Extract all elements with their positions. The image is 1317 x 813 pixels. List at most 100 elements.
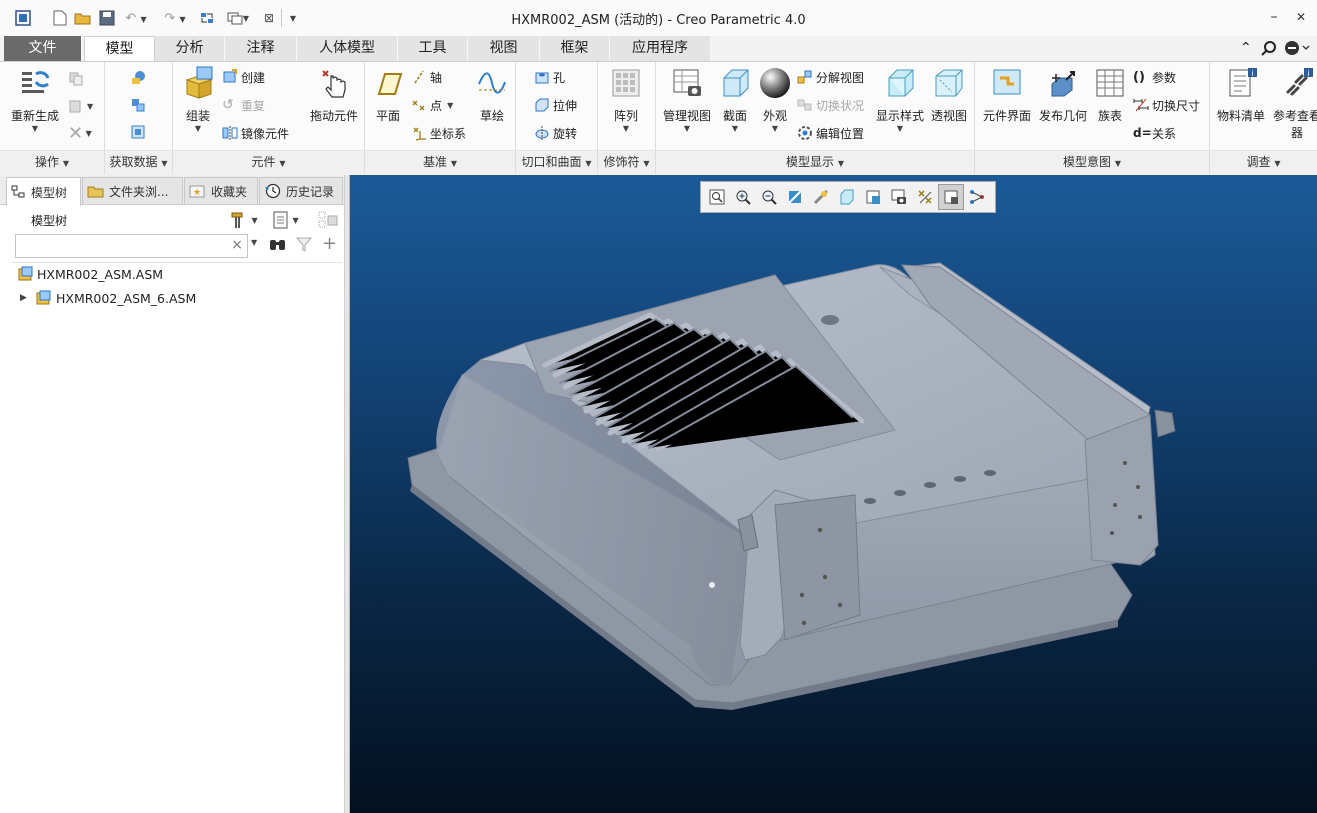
display-style-button[interactable] [834,184,860,210]
tab-manikin[interactable]: 人体模型 [297,36,398,61]
show-button[interactable]: ▼ [272,210,299,230]
group-label-cut-surface[interactable]: 切口和曲面 ▼ [516,150,597,174]
tab-applications[interactable]: 应用程序 [610,36,711,61]
plane-label: 平面 [375,109,400,123]
view-manager-button[interactable] [886,184,912,210]
appearance-button[interactable]: 外观 ▼ [756,66,794,133]
search-options-dropdown[interactable]: ▼ [251,238,257,247]
sketch-button[interactable]: 草绘 [473,66,511,124]
group-label-investigate[interactable]: 调查 ▼ [1210,150,1317,174]
minimize-button[interactable]: – [1261,6,1287,28]
copy-geometry-button[interactable] [130,94,149,116]
svg-text:★: ★ [193,188,201,198]
publish-geometry-button[interactable]: 发布几何 [1035,66,1091,124]
toggle-status-button[interactable]: 切换状况 [797,94,864,116]
group-model-display: 管理视图 ▼ 截面 ▼ 外观 ▼ 分解视图 切换状况 编辑位置 显示样式 ▼ 透… [656,62,975,174]
mirror-component-button[interactable]: 镜像元件 [222,122,289,144]
paste-button[interactable]: ▼ [68,95,93,117]
saved-orientations-button[interactable] [860,184,886,210]
group-label-get-data[interactable]: 获取数据 ▼ [105,150,172,174]
create-component-button[interactable]: 创建 [222,66,265,88]
repeat-button[interactable]: ↺ 重复 [222,94,265,116]
annotation-display-button[interactable] [938,184,964,210]
display-style-label: 显示样式 [875,109,924,123]
copy-geometry-icon [132,99,145,112]
model-tree-search-input[interactable] [16,235,226,257]
sketch-icon [478,72,506,94]
tree-item-subassembly[interactable]: ▶ HXMR002_ASM_6.ASM [20,287,196,309]
settings-button[interactable]: ▼ [229,210,258,230]
tab-folder-browser[interactable]: 文件夹浏... [82,177,183,204]
search-icon[interactable] [1261,40,1277,60]
delete-button[interactable]: ✕ ▼ [68,122,92,144]
shrinkwrap-button[interactable] [130,121,149,143]
tab-model[interactable]: 模型 [84,36,155,62]
axis-button[interactable]: 轴 [411,66,442,88]
manage-views-button[interactable]: 管理视图 ▼ [659,66,715,133]
explode-view-button[interactable]: 分解视图 [797,66,864,88]
regenerate-button[interactable]: 重新生成 ▼ [6,66,64,133]
tab-model-tree[interactable]: 模型树 [6,177,81,206]
section-button[interactable]: 截面 ▼ [716,66,754,133]
tree-filter-columns-icon[interactable] [317,210,339,233]
group-label-model-display[interactable]: 模型显示 ▼ [656,150,974,174]
edit-position-button[interactable]: 编辑位置 [797,122,864,144]
assembly-3d-model[interactable] [350,175,1317,813]
perspective-button[interactable]: 透视图 [928,66,970,124]
expand-arrow-icon[interactable]: ▶ [20,293,36,303]
help-icon[interactable] [1284,40,1310,60]
group-label-operations[interactable]: 操作 ▼ [0,150,104,174]
spin-center-button[interactable] [808,184,834,210]
switch-dimensions-icon [1133,98,1149,112]
tab-file[interactable]: 文件 [4,36,82,61]
family-table-button[interactable]: 族表 [1091,66,1129,124]
perspective-label: 透视图 [930,109,967,123]
clear-search-icon[interactable]: × [231,237,243,253]
assemble-button[interactable]: 组装 ▼ [177,66,219,133]
hole-icon [535,72,549,84]
point-button[interactable]: 点 ▼ [411,94,453,116]
tab-annotate[interactable]: 注释 [225,36,297,61]
datum-display-button[interactable] [912,184,938,210]
switch-dimensions-button[interactable]: 切换尺寸 [1133,94,1200,116]
collapse-ribbon-icon[interactable]: ⌃ [1240,40,1252,56]
coordinate-system-button[interactable]: 坐标系 [411,122,466,144]
tree-item-root[interactable]: HXMR002_ASM.ASM [18,263,163,285]
group-label-components[interactable]: 元件 ▼ [173,150,364,174]
parameters-button[interactable]: () 参数 [1133,66,1176,88]
plane-button[interactable]: 平面 [369,66,407,124]
graphics-window[interactable] [350,175,1317,813]
revolve-button[interactable]: 旋转 [534,122,577,144]
filter-icon[interactable] [295,235,313,256]
tab-favorites[interactable]: ★ 收藏夹 [184,177,258,204]
hole-button[interactable]: 孔 [534,66,565,88]
drag-components-button[interactable]: 拖动元件 [305,66,363,124]
add-icon[interactable]: + [322,235,337,253]
find-binoculars-icon[interactable] [268,235,288,256]
copy-button[interactable] [68,68,87,90]
display-style-button[interactable]: 显示样式 ▼ [872,66,928,133]
user-defined-feature-button[interactable] [130,67,149,89]
group-label-model-intent[interactable]: 模型意图 ▼ [975,150,1209,174]
refit-button[interactable] [704,184,730,210]
close-button[interactable]: ✕ [1288,6,1314,28]
group-label-modifiers[interactable]: 修饰符 ▼ [598,150,655,174]
relations-button[interactable]: d= 关系 [1133,122,1176,144]
extrude-button[interactable]: 拉伸 [534,94,577,116]
tab-framework[interactable]: 框架 [540,36,610,61]
pattern-button[interactable]: 阵列 ▼ [605,66,647,133]
pattern-label: 阵列 [613,109,638,123]
tab-analysis[interactable]: 分析 [155,36,225,61]
zoom-out-button[interactable] [756,184,782,210]
zoom-in-button[interactable] [730,184,756,210]
spin-mode-button[interactable] [964,184,990,210]
component-interface-button[interactable]: 元件界面 [978,66,1036,124]
group-label-datum[interactable]: 基准 ▼ [365,150,515,174]
tab-view[interactable]: 视图 [468,36,540,61]
tab-history[interactable]: 历史记录 [259,177,343,204]
reference-viewer-button[interactable]: i 参考查看 器 [1270,66,1317,141]
tab-tools[interactable]: 工具 [398,36,468,61]
repaint-button[interactable] [782,184,808,210]
bill-of-materials-button[interactable]: i 物料清单 [1213,66,1269,124]
appearance-label: 外观 [762,109,787,123]
